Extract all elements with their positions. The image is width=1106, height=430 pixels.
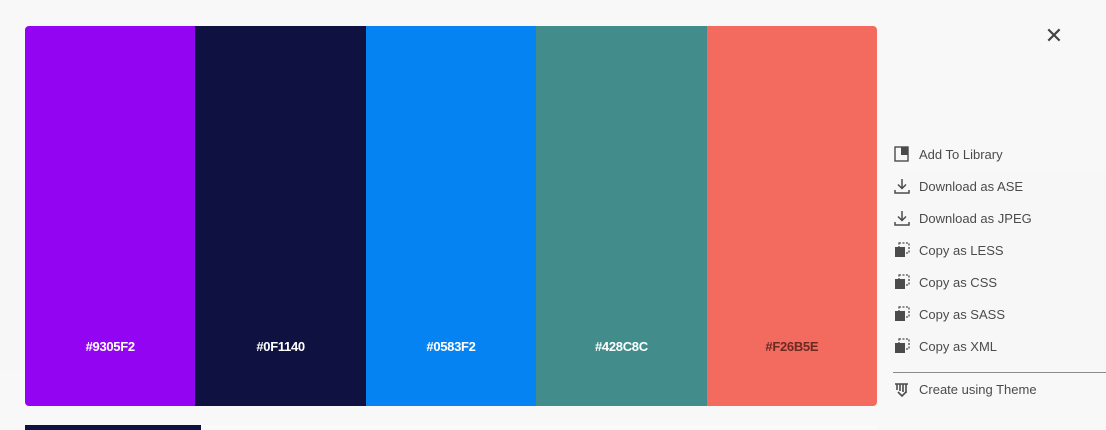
create-using-theme-button[interactable]: Create using Theme bbox=[893, 373, 1106, 405]
action-label: Copy as CSS bbox=[919, 274, 998, 290]
action-label: Download as ASE bbox=[919, 178, 1024, 194]
theme-modal: ✕ #9305F2 #0F1140 #0583F2 #428C8C #F26B5… bbox=[0, 0, 1106, 430]
action-label: Copy as LESS bbox=[919, 242, 1004, 258]
swatch-hex-label: #0F1140 bbox=[256, 339, 305, 354]
download-icon bbox=[893, 177, 911, 195]
color-swatch-2[interactable]: #0F1140 bbox=[195, 26, 366, 406]
copy-icon bbox=[893, 337, 911, 355]
copy-less-button[interactable]: Copy as LESS bbox=[893, 234, 1106, 266]
close-icon: ✕ bbox=[1044, 23, 1064, 48]
download-icon bbox=[893, 209, 911, 227]
action-label: Add To Library bbox=[919, 146, 1003, 162]
color-swatch-3[interactable]: #0583F2 bbox=[365, 26, 537, 406]
color-swatch-1[interactable]: #9305F2 bbox=[25, 26, 196, 406]
close-button[interactable]: ✕ bbox=[1042, 24, 1066, 48]
actions-menu: Add To Library Download as ASE Download … bbox=[893, 138, 1106, 362]
copy-icon bbox=[893, 241, 911, 259]
swatch-hex-label: #0583F2 bbox=[426, 339, 476, 354]
action-label: Copy as XML bbox=[919, 338, 998, 354]
download-jpeg-button[interactable]: Download as JPEG bbox=[893, 202, 1106, 234]
color-swatch-5[interactable]: #F26B5E bbox=[706, 26, 877, 406]
color-swatch-4[interactable]: #428C8C bbox=[536, 26, 707, 406]
copy-sass-button[interactable]: Copy as SASS bbox=[893, 298, 1106, 330]
swatch-hex-label: #9305F2 bbox=[85, 339, 136, 354]
action-label: Copy as SASS bbox=[919, 306, 1005, 322]
active-tab-indicator bbox=[25, 425, 201, 430]
download-ase-button[interactable]: Download as ASE bbox=[893, 170, 1106, 202]
swatch-hex-label: #F26B5E bbox=[765, 339, 819, 354]
action-label: Download as JPEG bbox=[919, 210, 1032, 226]
create-label: Create using Theme bbox=[919, 381, 1037, 397]
copy-xml-button[interactable]: Copy as XML bbox=[893, 330, 1106, 362]
copy-icon bbox=[893, 305, 911, 323]
library-icon bbox=[893, 145, 911, 163]
add-to-library-button[interactable]: Add To Library bbox=[893, 138, 1106, 170]
copy-css-button[interactable]: Copy as CSS bbox=[893, 266, 1106, 298]
swatch-hex-label: #428C8C bbox=[595, 339, 648, 354]
copy-icon bbox=[893, 273, 911, 291]
brush-icon bbox=[893, 380, 911, 398]
color-palette: #9305F2 #0F1140 #0583F2 #428C8C #F26B5E bbox=[25, 26, 877, 406]
bottom-tab-bar bbox=[25, 425, 877, 430]
